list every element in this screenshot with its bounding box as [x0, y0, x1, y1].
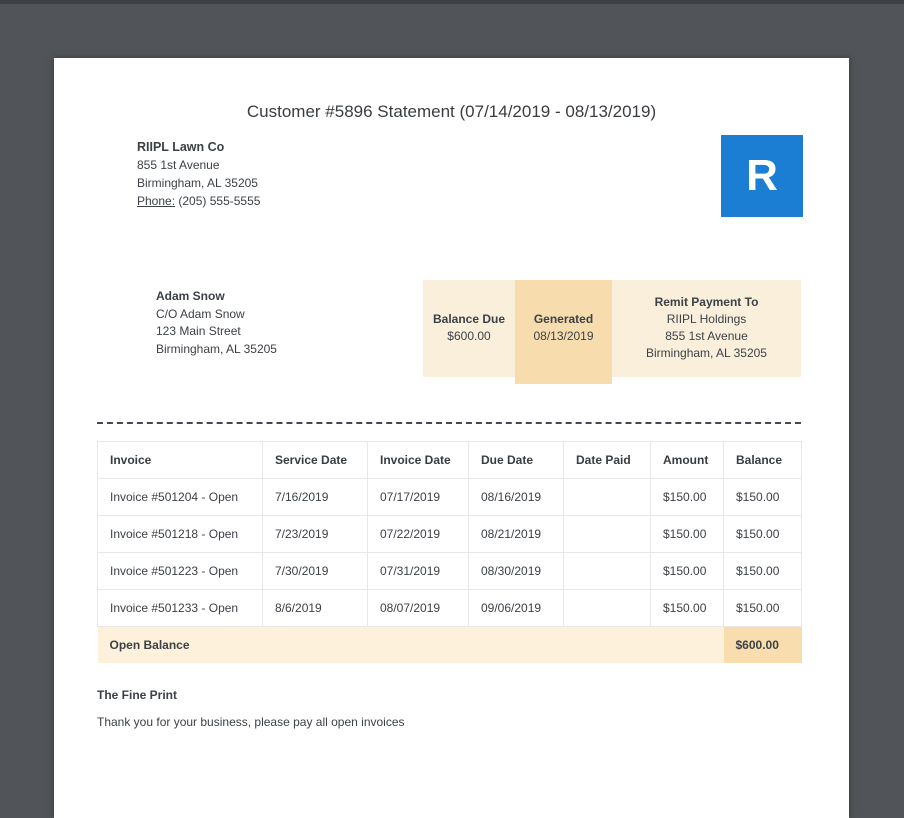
cell-balance: $150.00: [723, 478, 802, 516]
company-logo: R: [721, 135, 803, 217]
cell-invoice-date: 07/22/2019: [367, 515, 469, 553]
table-row: Invoice #501204 - Open 7/16/2019 07/17/201…: [97, 478, 802, 516]
cell-amount: $150.00: [650, 478, 724, 516]
cell-due-date: 08/30/2019: [468, 552, 564, 590]
cell-date-paid: [563, 589, 651, 627]
customer-care-of: C/O Adam Snow: [156, 306, 245, 321]
remit-name: RIIPL Holdings: [666, 312, 747, 326]
column-header-service-date: Service Date: [262, 441, 368, 479]
open-balance-label: Open Balance: [97, 626, 724, 663]
cell-due-date: 08/21/2019: [468, 515, 564, 553]
logo-letter: R: [746, 151, 778, 200]
cell-amount: $150.00: [650, 515, 724, 553]
cell-invoice-date: 07/17/2019: [367, 478, 469, 516]
cell-invoice: Invoice #501218 - Open: [97, 515, 263, 553]
phone-label: Phone:: [137, 194, 176, 208]
invoice-table-foot: Open Balance $600.00: [97, 626, 802, 663]
customer-street: 123 Main Street: [156, 324, 241, 338]
cell-date-paid: [563, 515, 651, 553]
cell-due-date: 09/06/2019: [468, 589, 564, 627]
cell-invoice-date: 07/31/2019: [367, 552, 469, 590]
cell-date-paid: [563, 552, 651, 590]
cell-balance: $150.00: [723, 515, 802, 553]
cell-amount: $150.00: [650, 589, 724, 627]
cell-amount: $150.00: [650, 552, 724, 590]
cell-service-date: 8/6/2019: [262, 589, 368, 627]
remit-address1: 855 1st Avenue: [665, 329, 748, 343]
column-header-date-paid: Date Paid: [563, 441, 651, 479]
invoice-table-head: Invoice Service Date Invoice Date Due Date D…: [97, 441, 802, 479]
table-row: Invoice #501218 - Open 7/23/2019 07/22/201…: [97, 515, 802, 553]
phone-value: (205) 555-5555: [178, 194, 261, 208]
cell-service-date: 7/30/2019: [262, 552, 368, 590]
invoice-table-body: Invoice #501204 - Open 7/16/2019 07/17/201…: [97, 478, 802, 627]
cell-service-date: 7/16/2019: [262, 478, 368, 516]
cell-invoice: Invoice #501223 - Open: [97, 552, 263, 590]
cell-invoice-date: 08/07/2019: [367, 589, 469, 627]
company-address-line1: 855 1st Avenue: [137, 158, 220, 172]
balance-due-label: Balance Due: [432, 312, 506, 326]
column-header-due-date: Due Date: [468, 441, 564, 479]
customer-summary-row: Adam Snow C/O Adam Snow 123 Main Street …: [54, 280, 849, 384]
customer-info-block: Adam Snow C/O Adam Snow 123 Main Street …: [156, 288, 277, 358]
statement-page: Customer #5896 Statement (07/14/2019 - 0…: [54, 58, 849, 818]
customer-name: Adam Snow: [156, 289, 225, 303]
generated-box: Generated 08/13/2019: [515, 280, 612, 384]
company-address-line2: Birmingham, AL 35205: [137, 176, 258, 190]
summary-boxes: Balance Due $600.00 Generated 08/13/2019…: [423, 280, 801, 384]
company-header-row: RIIPL Lawn Co 855 1st Avenue Birmingham,…: [54, 135, 849, 217]
remit-label: Remit Payment To: [654, 295, 759, 309]
column-header-balance: Balance: [723, 441, 802, 479]
viewer-top-strip: [0, 0, 904, 4]
page-title: Customer #5896 Statement (07/14/2019 - 0…: [246, 102, 657, 121]
cell-balance: $150.00: [723, 589, 802, 627]
cell-due-date: 08/16/2019: [468, 478, 564, 516]
company-info-block: RIIPL Lawn Co 855 1st Avenue Birmingham,…: [137, 138, 260, 217]
remit-address2: Birmingham, AL 35205: [646, 346, 767, 360]
generated-label: Generated: [533, 312, 594, 326]
table-row: Invoice #501233 - Open 8/6/2019 08/07/2019…: [97, 589, 802, 627]
cell-invoice: Invoice #501204 - Open: [97, 478, 263, 516]
cell-date-paid: [563, 478, 651, 516]
cell-invoice: Invoice #501233 - Open: [97, 589, 263, 627]
open-balance-row: Open Balance $600.00: [97, 626, 802, 663]
cell-service-date: 7/23/2019: [262, 515, 368, 553]
column-header-invoice: Invoice: [97, 441, 263, 479]
column-header-amount: Amount: [650, 441, 724, 479]
generated-value: 08/13/2019: [533, 329, 594, 343]
table-row: Invoice #501223 - Open 7/30/2019 07/31/201…: [97, 552, 802, 590]
company-name: RIIPL Lawn Co: [137, 140, 225, 154]
customer-city: Birmingham, AL 35205: [156, 341, 277, 356]
invoice-table-head-row: Invoice Service Date Invoice Date Due Date D…: [97, 441, 802, 479]
fine-print-heading: The Fine Print: [97, 687, 178, 702]
column-header-invoice-date: Invoice Date: [367, 441, 469, 479]
balance-due-value: $600.00: [447, 329, 491, 343]
dashed-divider: [97, 422, 801, 424]
fine-print-text: Thank you for your business, please pay …: [97, 714, 405, 729]
company-phone-line: Phone: (205) 555-5555: [137, 192, 260, 210]
cell-balance: $150.00: [723, 552, 802, 590]
invoice-table: Invoice Service Date Invoice Date Due Date D…: [97, 441, 802, 663]
remit-payment-box: Remit Payment To RIIPL Holdings 855 1st …: [612, 280, 801, 377]
open-balance-value: $600.00: [723, 626, 802, 663]
balance-due-box: Balance Due $600.00: [423, 280, 515, 377]
